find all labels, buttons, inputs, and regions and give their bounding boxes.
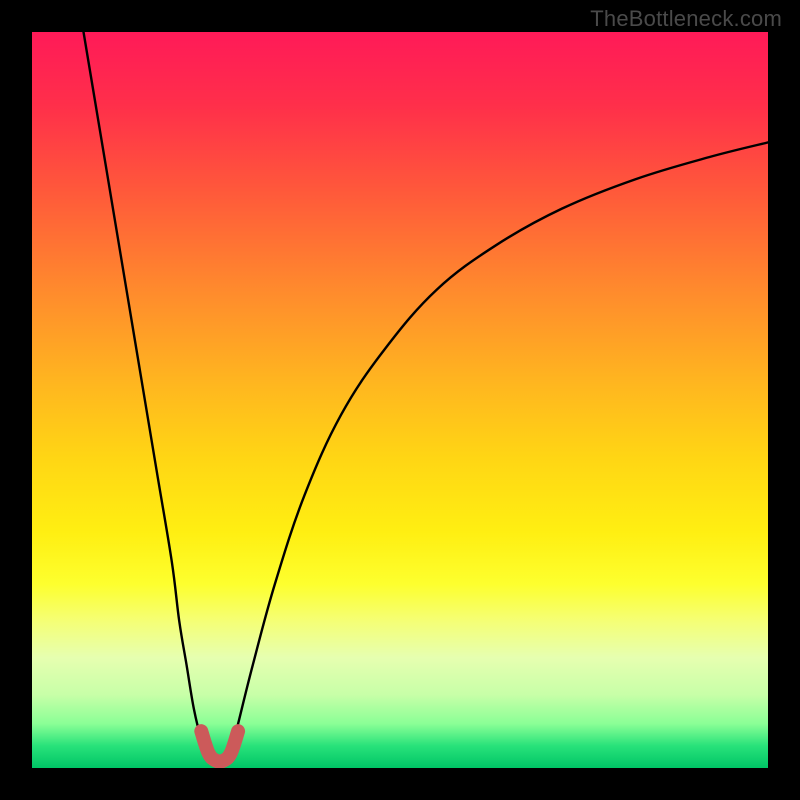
curve-layer [32,32,768,768]
valley-marker [201,731,238,761]
chart-frame: TheBottleneck.com [0,0,800,800]
curve-right-branch [231,142,768,753]
plot-area [32,32,768,768]
bottleneck-curve [84,32,768,753]
curve-left-branch [84,32,209,753]
watermark-text: TheBottleneck.com [590,6,782,32]
